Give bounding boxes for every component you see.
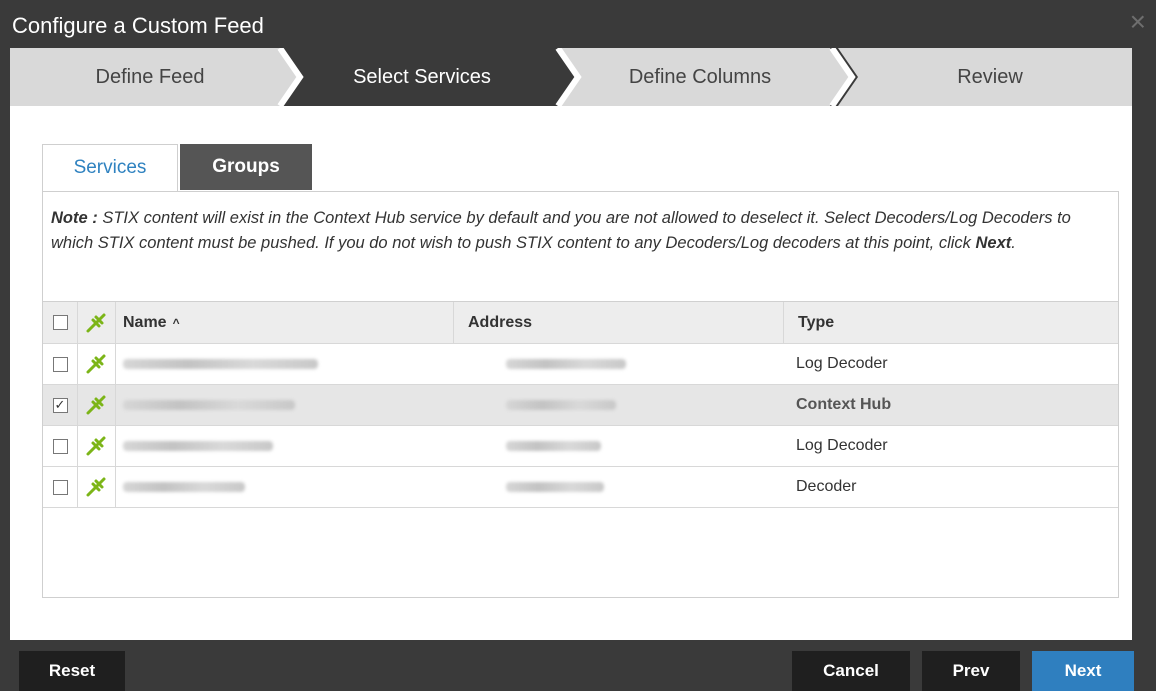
redacted-name [123,482,245,492]
plug-icon [86,354,106,374]
redacted-name [123,400,295,410]
wizard-step-define-feed[interactable]: Define Feed [30,66,270,89]
redacted-address [506,400,616,410]
row-checkbox[interactable] [52,438,68,454]
plug-icon [86,436,106,456]
wizard-step-select-services[interactable]: Select Services [302,66,542,89]
table-row[interactable]: ✓ Context Hub [43,385,1118,426]
row-checkbox-checked[interactable]: ✓ [52,397,68,413]
table-header-row: Name ^ Address Type [43,302,1118,344]
wizard-steps: Define Feed Select Services Define Colum… [10,48,1132,106]
dialog-title: Configure a Custom Feed [12,13,264,38]
select-all-cell [43,302,78,343]
reset-button[interactable]: Reset [19,651,125,691]
redacted-name [123,359,318,369]
row-type: Decoder [796,478,857,495]
services-table: Name ^ Address Type Log Decoder ✓ Contex… [43,301,1118,508]
dialog-body: Services Groups Note : STIX content will… [10,106,1132,640]
dialog-titlebar: Configure a Custom Feed × [0,0,1156,48]
sort-ascending-icon: ^ [172,315,180,330]
note-text: Note : STIX content will exist in the Co… [51,206,1111,256]
prev-button[interactable]: Prev [922,651,1020,691]
row-type: Context Hub [796,396,892,413]
row-checkbox[interactable] [52,479,68,495]
row-checkbox-cell [43,467,78,507]
column-header-name-label: Name [123,313,167,331]
row-checkbox[interactable] [52,356,68,372]
dialog-footer: Reset Cancel Prev Next [0,640,1156,691]
row-checkbox-cell: ✓ [43,385,78,425]
wizard-step-define-columns[interactable]: Define Columns [580,66,820,89]
row-type: Log Decoder [796,355,888,372]
close-icon[interactable]: × [1130,8,1146,36]
column-header-address[interactable]: Address [453,302,788,343]
header-plug-cell [77,302,116,343]
cancel-button[interactable]: Cancel [792,651,910,691]
row-address-redacted [506,426,826,466]
row-address-redacted [506,385,826,425]
row-name-redacted [123,385,443,425]
plug-icon [86,395,106,415]
tab-groups[interactable]: Groups [180,144,312,190]
table-row[interactable]: Log Decoder [43,426,1118,467]
row-plug-cell [77,467,116,507]
row-name-redacted [123,426,443,466]
column-header-type[interactable]: Type [783,302,1098,343]
column-header-name[interactable]: Name ^ [123,302,443,343]
services-tab-content: Note : STIX content will exist in the Co… [42,191,1119,598]
plug-icon [86,313,106,332]
row-plug-cell [77,426,116,466]
row-plug-cell [77,344,116,384]
tab-services[interactable]: Services [42,144,178,192]
row-checkbox-cell [43,426,78,466]
table-row[interactable]: Decoder [43,467,1118,508]
table-row[interactable]: Log Decoder [43,344,1118,385]
note-prefix: Note : [51,209,98,227]
redacted-address [506,441,601,451]
plug-icon [86,477,106,497]
redacted-address [506,482,604,492]
row-name-redacted [123,467,443,507]
row-name-redacted [123,344,443,384]
next-button[interactable]: Next [1032,651,1134,691]
select-all-checkbox[interactable] [52,315,68,330]
row-address-redacted [506,344,826,384]
note-suffix: . [1011,234,1016,252]
redacted-name [123,441,273,451]
wizard-step-review[interactable]: Review [870,66,1110,89]
row-address-redacted [506,467,826,507]
row-type: Log Decoder [796,437,888,454]
row-plug-cell [77,385,116,425]
row-checkbox-cell [43,344,78,384]
note-next-link: Next [975,234,1012,252]
redacted-address [506,359,626,369]
note-body: STIX content will exist in the Context H… [51,209,1071,252]
